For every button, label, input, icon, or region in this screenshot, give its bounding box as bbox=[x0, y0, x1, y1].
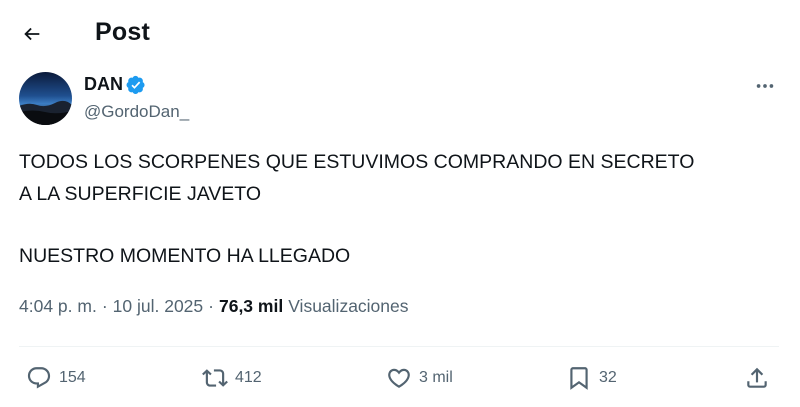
meta-separator: · bbox=[101, 296, 108, 316]
display-name-text: DAN bbox=[84, 74, 123, 94]
avatar-image bbox=[19, 72, 72, 125]
meta-separator: · bbox=[208, 296, 214, 316]
verified-badge-icon bbox=[126, 75, 145, 94]
reply-icon bbox=[27, 367, 51, 389]
divider bbox=[19, 346, 779, 347]
reply-button[interactable]: 154 bbox=[26, 358, 86, 398]
repost-button[interactable]: 412 bbox=[202, 358, 262, 398]
author-display-name[interactable]: DAN bbox=[84, 74, 146, 95]
bookmark-icon bbox=[570, 367, 588, 390]
avatar[interactable] bbox=[19, 72, 72, 125]
views-count: 76,3 mil bbox=[218, 296, 284, 316]
tweet-date[interactable]: 10 jul. 2025 bbox=[113, 296, 204, 317]
repost-count: 412 bbox=[235, 369, 262, 386]
tweet-time[interactable]: 4:04 p. m. bbox=[19, 296, 97, 317]
page-title: Post bbox=[95, 18, 150, 46]
share-icon bbox=[747, 367, 767, 388]
tweet-line: TODOS LOS SCORPENES QUE ESTUVIMOS COMPRA… bbox=[19, 151, 695, 173]
tweet-line: NUESTRO MOMENTO HA LLEGADO bbox=[19, 245, 351, 267]
tweet-line: A LA SUPERFICIE JAVETO bbox=[19, 183, 262, 205]
post-header: Post bbox=[0, 0, 800, 66]
tweet-meta: 4:04 p. m. · 10 jul. 2025 · 76,3 mil Vis… bbox=[19, 296, 409, 317]
like-button[interactable]: 3 mil bbox=[386, 358, 453, 398]
repost-icon bbox=[202, 369, 228, 387]
bookmark-count: 32 bbox=[599, 369, 617, 386]
heart-icon bbox=[388, 368, 410, 388]
bookmark-button[interactable]: 32 bbox=[566, 358, 617, 398]
tweet-text: TODOS LOS SCORPENES QUE ESTUVIMOS COMPRA… bbox=[19, 146, 789, 272]
views-label: Visualizaciones bbox=[288, 296, 409, 316]
share-button[interactable] bbox=[744, 358, 770, 398]
like-count: 3 mil bbox=[419, 369, 453, 386]
more-options-button[interactable] bbox=[748, 72, 782, 100]
back-button[interactable] bbox=[12, 14, 52, 54]
author-username[interactable]: @GordoDan_ bbox=[84, 102, 189, 122]
action-bar: 154 412 3 mil 32 bbox=[0, 358, 800, 398]
more-horizontal-icon bbox=[756, 84, 774, 88]
reply-count: 154 bbox=[59, 369, 86, 386]
arrow-left-icon bbox=[24, 27, 40, 41]
